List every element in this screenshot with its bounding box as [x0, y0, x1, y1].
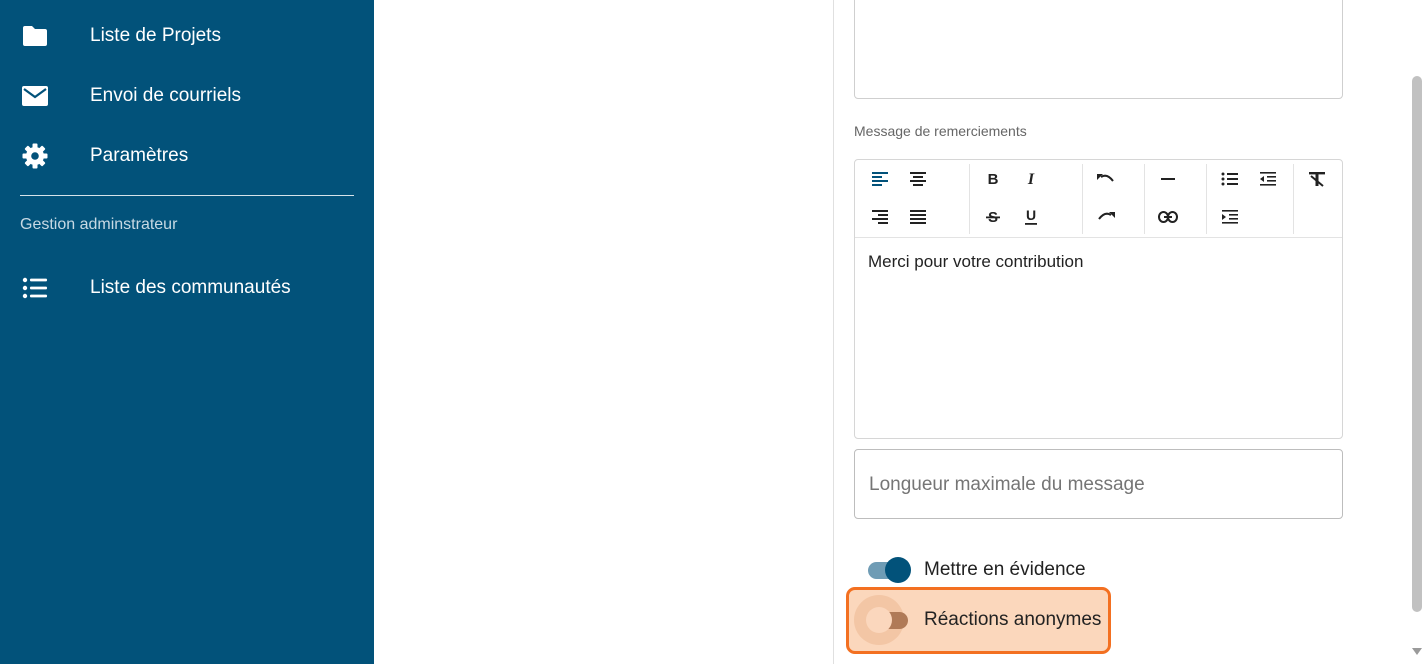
nav-item-emails-label: Envoi de courriels: [90, 85, 242, 106]
redo-icon[interactable]: [1092, 203, 1120, 231]
clear-format-icon[interactable]: [1303, 165, 1331, 193]
toggle-thumb[interactable]: [866, 607, 892, 633]
align-left-icon[interactable]: [866, 165, 894, 193]
toggle-anonymous-reactions[interactable]: Réactions anonymes: [854, 595, 1154, 645]
link-icon[interactable]: [1154, 203, 1182, 231]
thanks-message-label: Message de remerciements: [854, 123, 1027, 139]
toggle-highlight-label: Mettre en évidence: [924, 559, 1086, 580]
toolbar-separator: [969, 164, 970, 234]
toggle-thumb[interactable]: [885, 557, 911, 583]
toolbar-separator: [1144, 164, 1145, 234]
italic-icon[interactable]: I: [1017, 165, 1045, 193]
rich-text-editor: B I S U: [854, 159, 1343, 439]
toolbar-separator: [1293, 164, 1294, 234]
vertical-scrollbar[interactable]: [1409, 0, 1427, 664]
nav-item-communities[interactable]: Liste des communautés: [0, 266, 374, 310]
max-length-field[interactable]: [854, 449, 1343, 519]
sidebar-divider: [20, 195, 354, 196]
editor-text[interactable]: Merci pour votre contribution: [868, 252, 1083, 272]
strikethrough-icon[interactable]: S: [979, 203, 1007, 231]
underline-icon[interactable]: U: [1017, 203, 1045, 231]
svg-text:B: B: [988, 171, 999, 187]
mail-icon: [20, 81, 50, 111]
svg-text:U: U: [1026, 208, 1036, 223]
toggle-highlight[interactable]: Mettre en évidence: [854, 550, 1154, 590]
scroll-down-arrow-icon[interactable]: [1412, 648, 1422, 655]
previous-text-field[interactable]: [854, 0, 1343, 99]
gear-icon: [20, 141, 50, 171]
editor-toolbar: B I S U: [855, 160, 1342, 238]
scrollbar-thumb[interactable]: [1412, 76, 1422, 612]
list-icon: [20, 273, 50, 303]
column-divider: [833, 0, 834, 664]
indent-icon[interactable]: [1216, 203, 1244, 231]
main-content: Message de remerciements B I U Merci pou…: [374, 0, 1427, 664]
horizontal-rule-icon[interactable]: [1154, 165, 1182, 193]
toolbar-separator: [1082, 164, 1083, 234]
nav-item-projects[interactable]: Liste de Projets: [0, 14, 374, 58]
nav-item-settings-label: Paramètres: [90, 145, 189, 166]
svg-text:I: I: [1027, 171, 1035, 187]
max-length-input[interactable]: [869, 472, 1319, 498]
folder-icon: [20, 21, 50, 51]
bold-icon[interactable]: B: [979, 165, 1007, 193]
sidebar: Liste de Projets Envoi de courriels Para…: [0, 0, 374, 664]
align-center-icon[interactable]: [904, 165, 932, 193]
align-right-icon[interactable]: [866, 203, 894, 231]
bullet-list-icon[interactable]: [1216, 165, 1244, 193]
undo-icon[interactable]: [1092, 165, 1120, 193]
nav-item-settings[interactable]: Paramètres: [0, 134, 374, 178]
outdent-icon[interactable]: [1254, 165, 1282, 193]
sidebar-section-label: Gestion adminstrateur: [20, 216, 178, 233]
toggle-anonymous-reactions-label: Réactions anonymes: [924, 609, 1102, 630]
nav-item-projects-label: Liste de Projets: [90, 25, 221, 46]
toolbar-separator: [1206, 164, 1207, 234]
nav-item-communities-label: Liste des communautés: [90, 277, 291, 298]
align-justify-icon[interactable]: [904, 203, 932, 231]
nav-item-emails[interactable]: Envoi de courriels: [0, 74, 374, 118]
